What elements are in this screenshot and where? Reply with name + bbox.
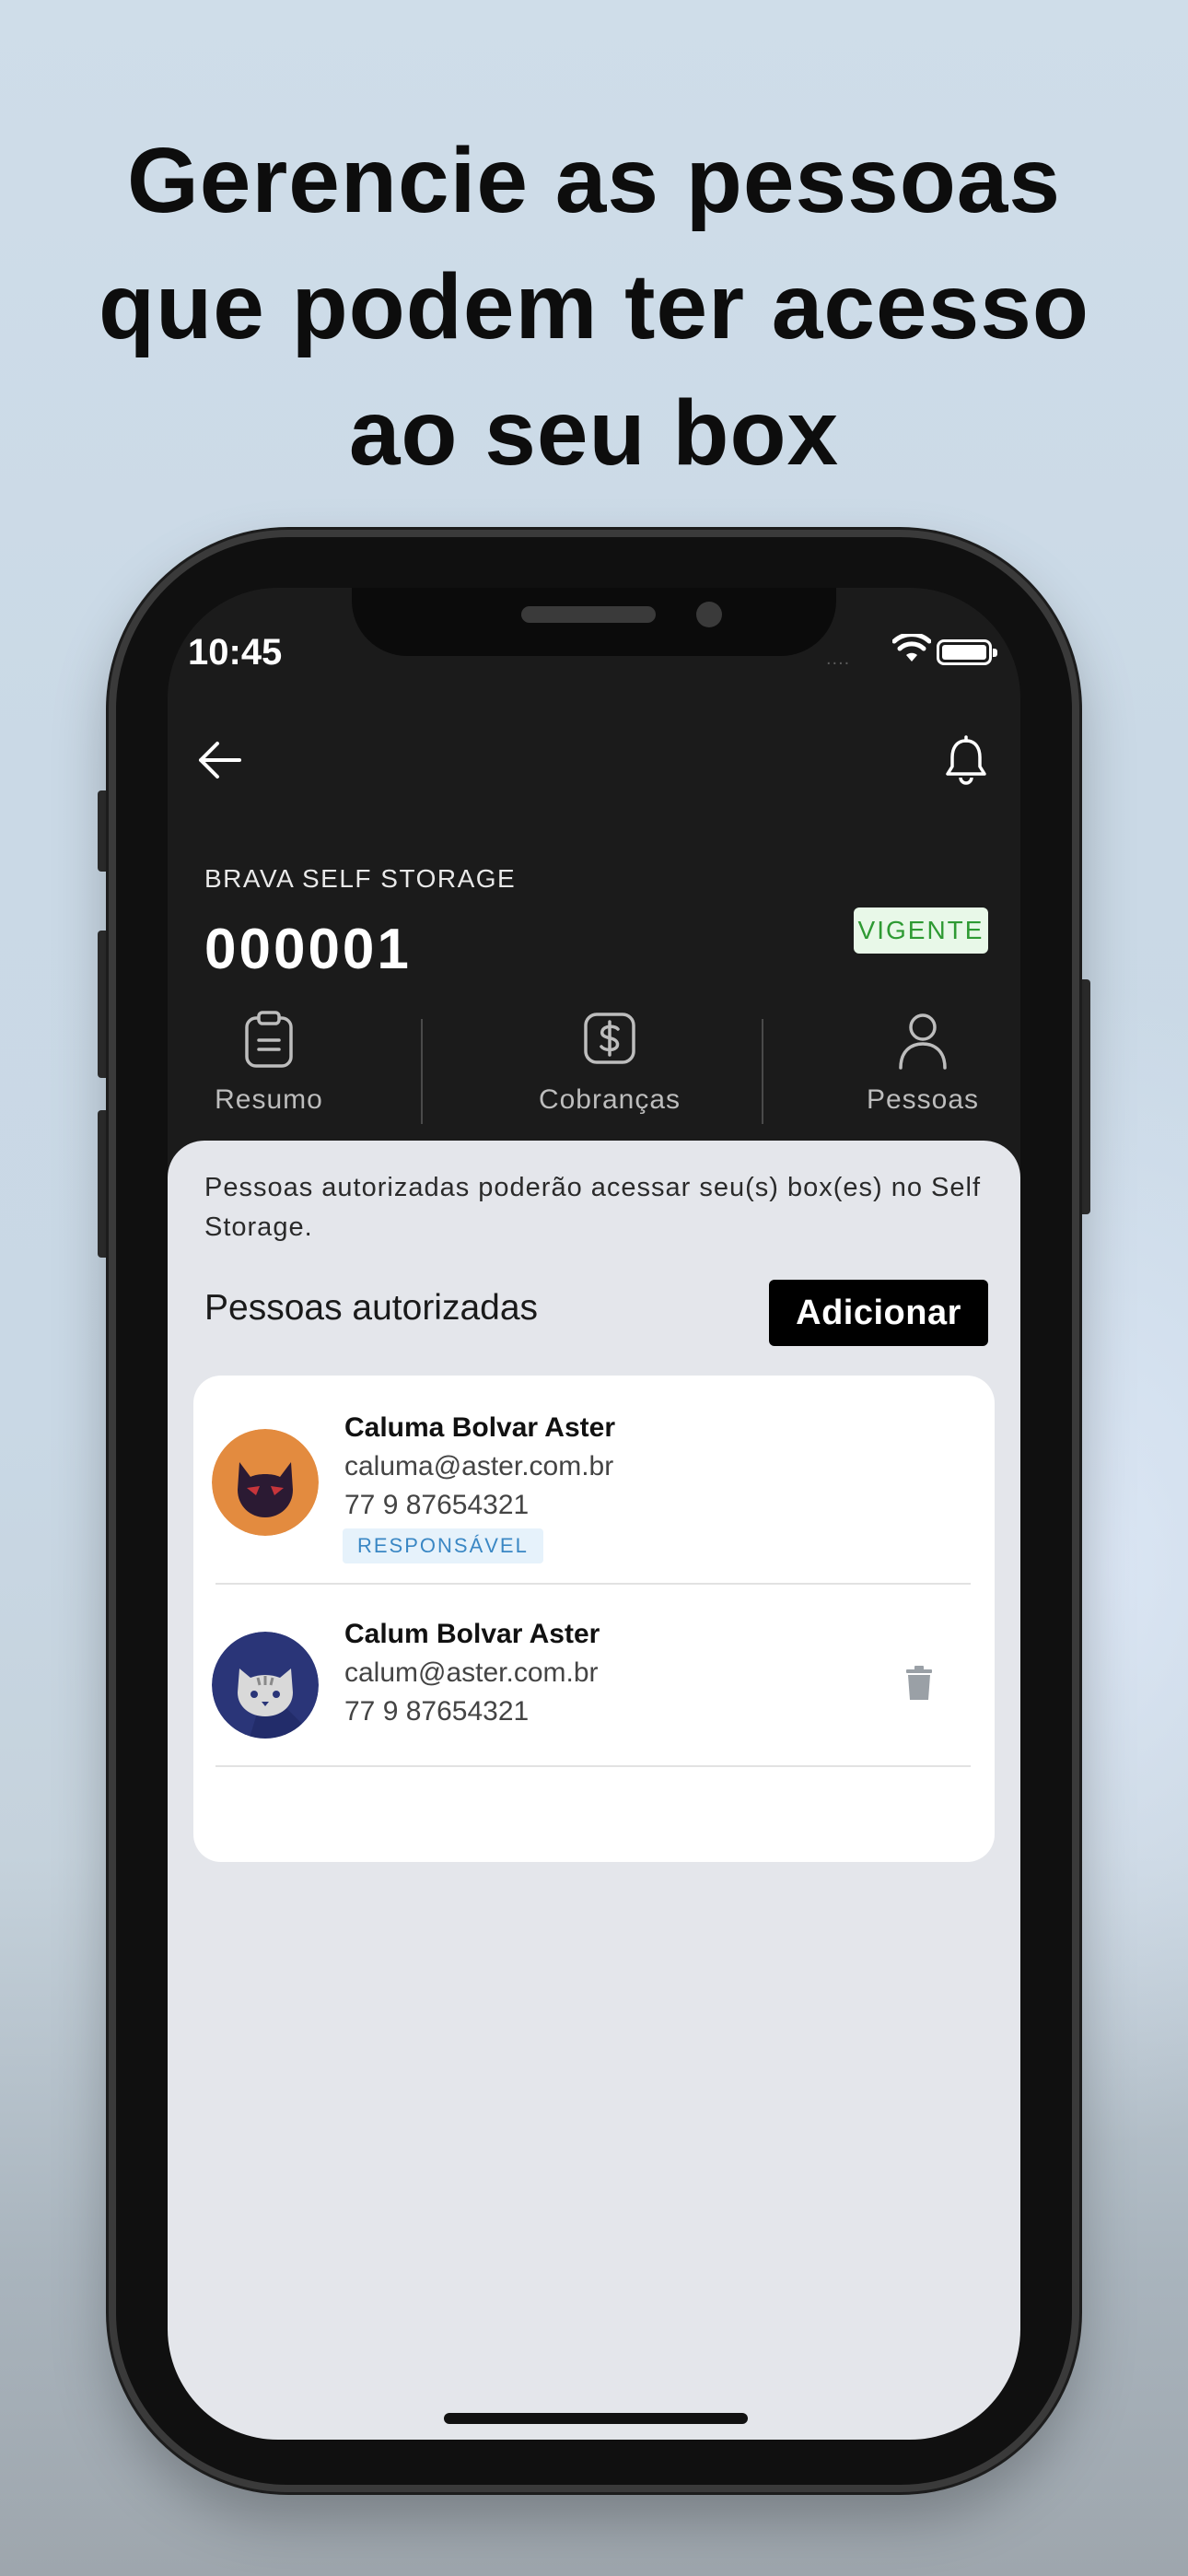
person-list-item[interactable]: Calum Bolvar Aster calum@aster.com.br 77… (193, 1584, 995, 1766)
person-icon (899, 1013, 947, 1070)
gray-cat-avatar (212, 1632, 319, 1739)
people-panel: Pessoas autorizadas poderão acessar seu(… (168, 1141, 1020, 2440)
black-cat-mask-avatar (212, 1429, 319, 1536)
add-person-button[interactable]: Adicionar (769, 1280, 988, 1346)
person-email: calum@aster.com.br (344, 1657, 599, 1688)
bell-icon[interactable] (943, 735, 989, 787)
contract-number: 000001 (204, 918, 412, 981)
people-list-card: Caluma Bolvar Aster caluma@aster.com.br … (193, 1376, 995, 1862)
responsible-badge: RESPONSÁVEL (343, 1528, 543, 1563)
clipboard-icon (245, 1011, 293, 1068)
tab-divider (762, 1019, 763, 1124)
headline-line-1: Gerencie as pessoas (126, 129, 1062, 232)
speaker-grille (521, 606, 656, 623)
headline-line-3: ao seu box (348, 381, 840, 485)
person-list-item[interactable]: Caluma Bolvar Aster caluma@aster.com.br … (193, 1376, 995, 1584)
tab-label: Cobranças (538, 1084, 681, 1115)
wifi-icon (892, 634, 931, 662)
section-tabs: Resumo Cobranças Pessoas (168, 1007, 1020, 1127)
back-arrow-icon[interactable] (195, 740, 243, 780)
phone-screen: 10:45 .... BRAVA SELF STORAGE 000001 VIG… (168, 588, 1020, 2440)
tab-pessoas[interactable]: Pessoas (840, 1007, 1006, 1127)
person-phone: 77 9 87654321 (344, 1490, 530, 1520)
person-name: Caluma Bolvar Aster (344, 1412, 615, 1443)
list-divider (215, 1765, 971, 1767)
tab-label: Resumo (215, 1084, 323, 1115)
dollar-icon (584, 1013, 635, 1064)
trash-icon[interactable] (903, 1665, 936, 1702)
section-title: Pessoas autorizadas (204, 1288, 539, 1328)
status-icons: .... (826, 632, 1010, 669)
person-name: Calum Bolvar Aster (344, 1619, 600, 1649)
phone-notch (352, 588, 836, 656)
contract-status-badge: VIGENTE (854, 907, 988, 954)
person-phone: 77 9 87654321 (344, 1696, 530, 1727)
tab-divider (421, 1019, 423, 1124)
front-camera (696, 602, 722, 627)
signal-dots: .... (826, 649, 851, 669)
person-email: caluma@aster.com.br (344, 1451, 614, 1481)
marketing-headline: Gerencie as pessoas que podem ter acesso… (0, 118, 1188, 497)
headline-line-2: que podem ter acesso (99, 255, 1089, 358)
company-name: BRAVA SELF STORAGE (204, 864, 517, 893)
tab-resumo[interactable]: Resumo (195, 1007, 343, 1127)
battery-icon (937, 639, 997, 665)
home-indicator[interactable] (444, 2413, 748, 2424)
tab-cobrancas[interactable]: Cobranças (504, 1007, 716, 1127)
info-text: Pessoas autorizadas poderão acessar seu(… (204, 1173, 982, 1242)
status-time: 10:45 (188, 632, 283, 673)
tab-label: Pessoas (866, 1084, 980, 1115)
